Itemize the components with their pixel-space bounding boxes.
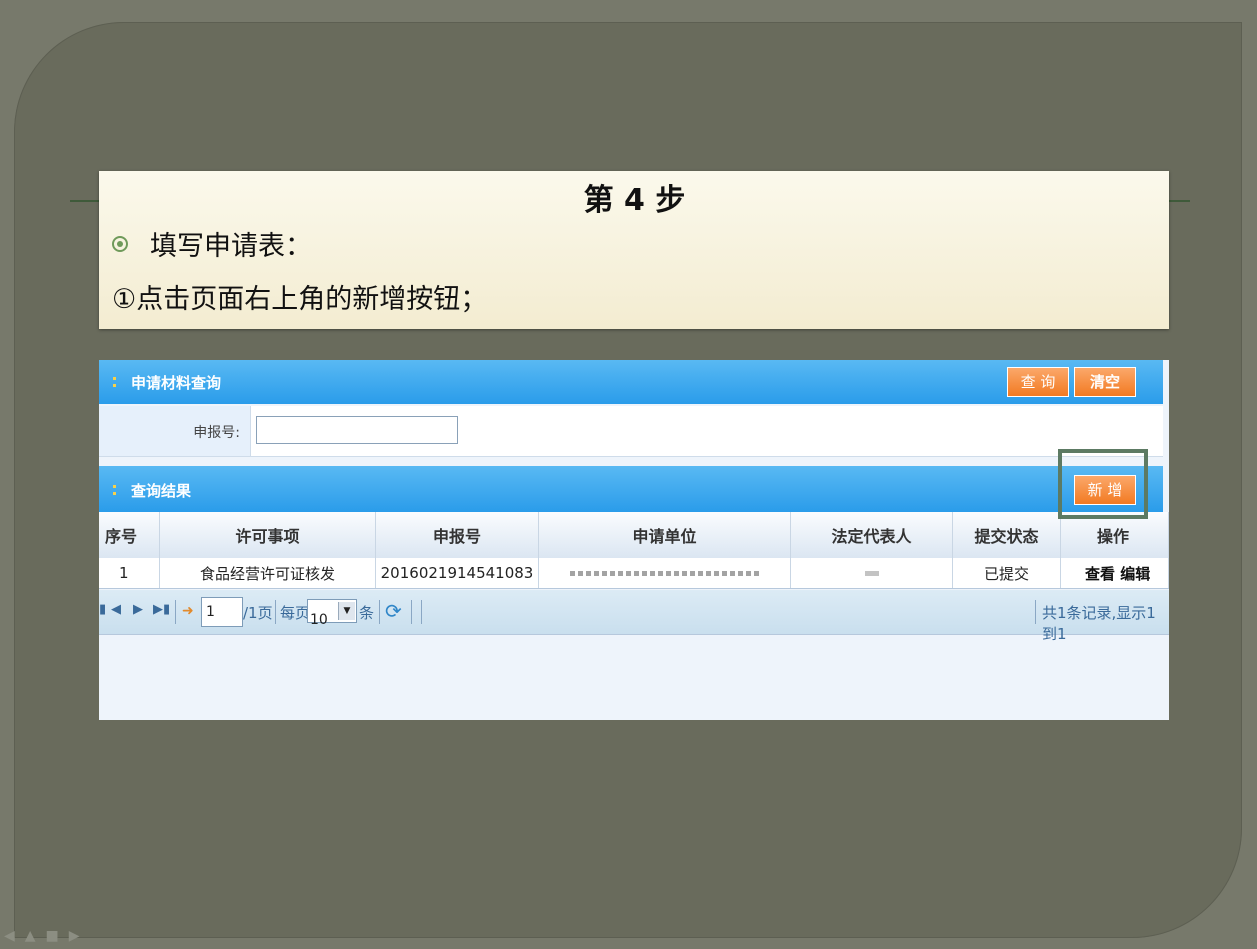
per-page-label: 每页 — [280, 604, 311, 622]
refresh-icon[interactable]: ⟳ — [385, 599, 402, 623]
clear-button[interactable]: 清空 — [1074, 367, 1136, 397]
prev-page-icon[interactable]: ◀ — [111, 602, 121, 617]
col-status: 提交状态 — [953, 512, 1061, 558]
row-status: 已提交 — [953, 558, 1061, 588]
row-index: 1 — [99, 558, 160, 588]
row-report-no: 2016021914541083 — [376, 558, 539, 588]
row-unit — [539, 558, 791, 588]
row-legal-rep — [791, 558, 953, 588]
total-pages-text: /1页 — [243, 604, 273, 622]
pager-separator — [411, 600, 412, 624]
chevron-down-icon: ▼ — [338, 602, 355, 620]
per-page-select[interactable]: 10 ▼ — [307, 599, 357, 628]
page-number-input[interactable]: 1 — [201, 597, 243, 627]
row-actions: 查看 编辑 — [1061, 558, 1169, 588]
search-row: 申报号: — [99, 406, 1163, 457]
search-panel-title: 申请材料查询 — [113, 372, 221, 393]
pager-separator — [1035, 600, 1036, 624]
slide-nav-icons[interactable]: ◀▲■▶ — [4, 928, 90, 944]
add-button-highlight — [1058, 449, 1148, 519]
step-title: 第 4 步 — [583, 183, 686, 218]
record-summary: 共1条记录,显示1到1 — [1042, 604, 1156, 643]
col-item: 许可事项 — [160, 512, 376, 558]
last-page-icon[interactable]: ▶▮ — [153, 602, 170, 617]
search-label-cell: 申报号: — [99, 406, 251, 456]
step-instruction: ①点击页面右上角的新增按钮； — [112, 284, 488, 315]
next-page-icon[interactable]: ▶ — [133, 602, 143, 617]
col-legal-rep: 法定代表人 — [791, 512, 953, 558]
results-panel-header: 查询结果 新 增 — [99, 466, 1163, 512]
view-link[interactable]: 查看 — [1085, 563, 1115, 584]
pager-separator — [175, 600, 176, 624]
report-no-input[interactable] — [256, 416, 458, 444]
col-unit: 申请单位 — [539, 512, 791, 558]
pager: ▮ ◀ ▶ ▶▮ ➜ 1 /1页 每页 10 ▼ 条 ⟳ 共1条记录,显示1到1 — [99, 590, 1169, 643]
panel-marker-icon — [113, 376, 121, 390]
row-unit-blurred — [569, 570, 760, 576]
per-page-suffix: 条 — [359, 604, 375, 622]
col-report-no: 申报号 — [376, 512, 539, 558]
report-no-label: 申报号: — [193, 425, 240, 441]
row-legal-rep-blurred — [864, 570, 879, 576]
query-button[interactable]: 查 询 — [1007, 367, 1069, 397]
bullet-icon — [112, 236, 128, 252]
pager-separator — [379, 600, 380, 624]
bullet-text: 填写申请表： — [150, 231, 312, 262]
pager-separator — [275, 600, 276, 624]
table-header: 序号 许可事项 申报号 申请单位 法定代表人 提交状态 操作 — [99, 512, 1169, 559]
bullet-line: 填写申请表： — [112, 224, 312, 263]
per-page-value: 10 — [310, 612, 328, 628]
col-index: 序号 — [99, 512, 160, 558]
results-panel-title: 查询结果 — [113, 480, 191, 501]
panel-marker-icon — [113, 484, 121, 498]
first-page-icon[interactable]: ▮ — [99, 602, 106, 617]
edit-link[interactable]: 编辑 — [1120, 563, 1150, 584]
app-screenshot: 申请材料查询 查 询 清空 申报号: 查询结果 新 增 序号 许可事项 申报号 … — [99, 360, 1169, 720]
row-item: 食品经营许可证核发 — [160, 558, 376, 588]
search-panel-header: 申请材料查询 查 询 清空 — [99, 360, 1163, 404]
table-row: 1 食品经营许可证核发 2016021914541083 已提交 查看 编辑 — [99, 558, 1169, 589]
go-page-icon[interactable]: ➜ — [182, 603, 194, 619]
pager-separator — [421, 600, 422, 624]
